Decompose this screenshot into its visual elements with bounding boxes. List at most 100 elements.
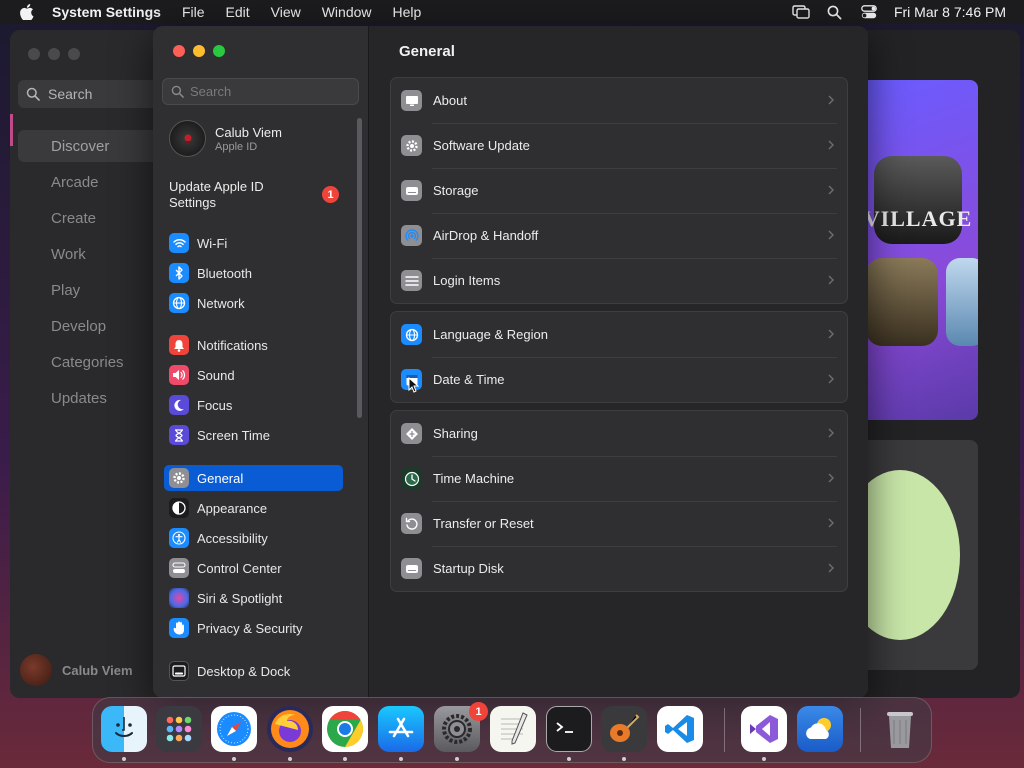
- sidebar-item-label: General: [197, 470, 244, 486]
- menu-window[interactable]: Window: [322, 4, 372, 20]
- search-input[interactable]: [190, 84, 350, 99]
- menu-file[interactable]: File: [182, 4, 205, 20]
- sidebar-item-label: Accessibility: [197, 530, 268, 546]
- menu-bar: System Settings File Edit View Window He…: [0, 0, 1024, 24]
- bg-nav-develop[interactable]: Develop: [18, 310, 158, 342]
- app-menu[interactable]: System Settings: [52, 4, 161, 20]
- apple-id-account[interactable]: Calub Viem Apple ID: [169, 120, 282, 157]
- notification-badge: 1: [322, 186, 339, 203]
- disk-icon: [401, 558, 422, 579]
- bg-nav-categories[interactable]: Categories: [18, 346, 158, 378]
- update-apple-id-settings[interactable]: Update Apple ID Settings 1: [169, 179, 359, 211]
- close-button[interactable]: [173, 45, 185, 57]
- row-language-region[interactable]: Language & Region: [391, 312, 847, 357]
- row-software-update[interactable]: Software Update: [391, 123, 847, 168]
- sidebar-item-accessibility[interactable]: Accessibility: [164, 525, 343, 551]
- bg-nav-arcade[interactable]: Arcade: [18, 166, 158, 198]
- sidebar-item-label: Notifications: [197, 337, 268, 353]
- launchpad-icon: [166, 716, 192, 742]
- menu-view[interactable]: View: [271, 4, 301, 20]
- settings-group-system: About Software Update Storage AirDrop & …: [390, 77, 848, 304]
- row-airdrop-handoff[interactable]: AirDrop & Handoff: [391, 213, 847, 258]
- sidebar-item-appearance[interactable]: Appearance: [164, 495, 343, 521]
- row-startup-disk[interactable]: Startup Disk: [391, 546, 847, 591]
- control-center-icon[interactable]: [860, 4, 878, 20]
- sidebar-item-screen-time[interactable]: Screen Time: [164, 422, 343, 448]
- chevron-right-icon: [825, 138, 837, 152]
- bg-nav-create[interactable]: Create: [18, 202, 158, 234]
- menu-edit[interactable]: Edit: [226, 4, 250, 20]
- dock-textedit[interactable]: [490, 706, 536, 752]
- minimize-button[interactable]: [193, 45, 205, 57]
- bg-nav-updates[interactable]: Updates: [18, 382, 158, 414]
- screen-mirroring-icon[interactable]: [792, 4, 810, 20]
- game-tile[interactable]: [946, 258, 978, 346]
- dock-launchpad[interactable]: [156, 706, 202, 752]
- bg-nav-play[interactable]: Play: [18, 274, 158, 306]
- mouse-cursor-icon: [408, 377, 419, 393]
- firefox-icon: [271, 710, 309, 748]
- sidebar-item-network[interactable]: Network: [164, 290, 343, 316]
- game-tile-village[interactable]: VILLAGE: [864, 156, 971, 244]
- chevron-right-icon: [825, 183, 837, 197]
- avatar: [169, 120, 206, 157]
- dock-app-store[interactable]: [378, 706, 424, 752]
- bg-nav-discover[interactable]: Discover: [18, 130, 158, 162]
- game-tile[interactable]: [866, 258, 938, 346]
- drive-icon: [401, 180, 422, 201]
- chrome-icon: [327, 711, 364, 747]
- dock-garageband[interactable]: [601, 706, 647, 752]
- dock-terminal[interactable]: [546, 706, 592, 752]
- gear-badge-icon: [401, 135, 422, 156]
- featured-banner[interactable]: VILLAGE: [860, 80, 978, 420]
- row-transfer-reset[interactable]: Transfer or Reset: [391, 501, 847, 546]
- row-label: Transfer or Reset: [433, 516, 534, 531]
- sidebar-scrollbar[interactable]: [357, 118, 362, 418]
- dock-finder[interactable]: [101, 706, 147, 752]
- app-store-icon: [388, 717, 414, 738]
- sidebar-item-bluetooth[interactable]: Bluetooth: [164, 260, 343, 286]
- background-user[interactable]: Calub Viem: [20, 654, 133, 686]
- featured-card[interactable]: [860, 440, 978, 670]
- dock-chrome[interactable]: [322, 706, 368, 752]
- sidebar-item-siri-spotlight[interactable]: Siri & Spotlight: [164, 585, 343, 611]
- sidebar-item-desktop-dock[interactable]: Desktop & Dock: [164, 658, 343, 684]
- accessibility-icon: [169, 528, 189, 548]
- chevron-right-icon: [825, 273, 837, 287]
- sidebar-search[interactable]: [162, 78, 359, 105]
- menu-help[interactable]: Help: [393, 4, 422, 20]
- bg-nav-work[interactable]: Work: [18, 238, 158, 270]
- sidebar-item-general[interactable]: General: [164, 465, 343, 491]
- spotlight-search-icon[interactable]: [826, 4, 844, 20]
- dock-visual-studio[interactable]: [741, 706, 787, 752]
- textedit-icon: [501, 712, 528, 745]
- sidebar-item-focus[interactable]: Focus: [164, 392, 343, 418]
- background-search-field[interactable]: Search: [18, 80, 158, 108]
- sidebar-item-wifi[interactable]: Wi-Fi: [164, 230, 343, 256]
- dock-weather[interactable]: [797, 706, 843, 752]
- row-time-machine[interactable]: Time Machine: [391, 456, 847, 501]
- row-date-time[interactable]: Date & Time: [391, 357, 847, 402]
- hourglass-icon: [169, 425, 189, 445]
- row-storage[interactable]: Storage: [391, 168, 847, 213]
- sidebar-item-control-center[interactable]: Control Center: [164, 555, 343, 581]
- row-sharing[interactable]: Sharing: [391, 411, 847, 456]
- sidebar-item-notifications[interactable]: Notifications: [164, 332, 343, 358]
- dock-trash[interactable]: [877, 706, 923, 752]
- settings-content: General About Software Update Storage Ai…: [369, 26, 868, 698]
- menu-clock[interactable]: Fri Mar 8 7:46 PM: [894, 4, 1006, 20]
- bluetooth-icon: [169, 263, 189, 283]
- apple-menu-icon[interactable]: [18, 3, 36, 21]
- sidebar-item-sound[interactable]: Sound: [164, 362, 343, 388]
- dock-vscode[interactable]: [657, 706, 703, 752]
- zoom-button[interactable]: [213, 45, 225, 57]
- sidebar-item-label: Bluetooth: [197, 265, 252, 281]
- chevron-right-icon: [825, 228, 837, 242]
- guitar-icon: [610, 714, 640, 742]
- sidebar-item-privacy-security[interactable]: Privacy & Security: [164, 615, 343, 641]
- dock-safari[interactable]: [211, 706, 257, 752]
- dock-firefox[interactable]: [267, 706, 313, 752]
- row-about[interactable]: About: [391, 78, 847, 123]
- row-login-items[interactable]: Login Items: [391, 258, 847, 303]
- safari-icon: [217, 712, 251, 746]
